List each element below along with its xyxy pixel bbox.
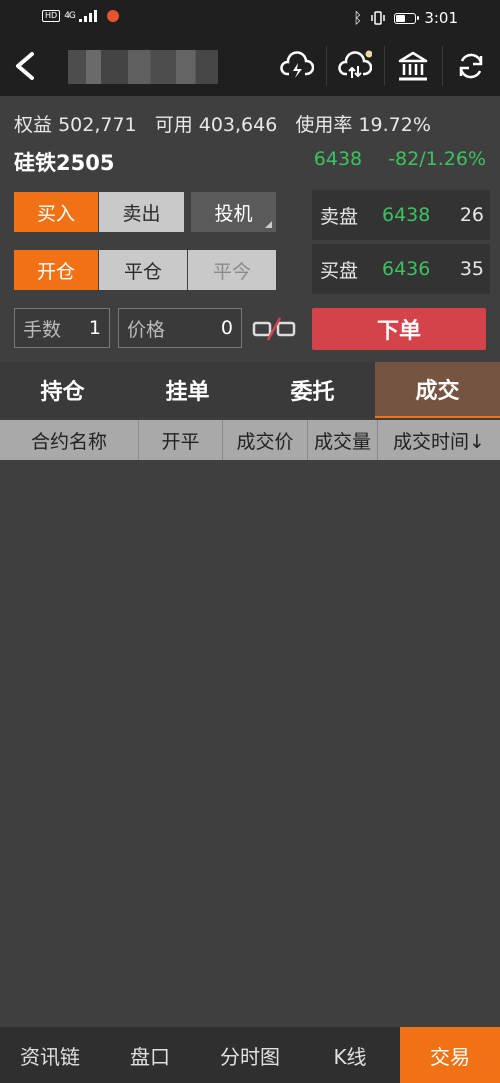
contract-quote: 6438 -82/1.26%: [294, 148, 486, 170]
back-arrow-icon[interactable]: [10, 48, 40, 84]
hedge-type-label: 投机: [214, 202, 253, 225]
contract-name[interactable]: 硅铁2505: [14, 147, 114, 177]
hd-badge: HD: [42, 10, 61, 22]
price-value: 0: [220, 317, 233, 339]
usage-value: 19.72%: [358, 114, 431, 136]
bid-qty: 35: [459, 258, 484, 280]
price-change: -82/1.26%: [388, 148, 486, 170]
tab-orders[interactable]: 委托: [250, 362, 375, 418]
cloud-sync-icon[interactable]: [338, 50, 372, 82]
close-today-button[interactable]: 平今: [188, 250, 276, 290]
vibrate-icon: [371, 11, 386, 25]
column-header-time[interactable]: 成交时间↓: [378, 420, 500, 460]
equity-label: 权益: [14, 114, 53, 136]
ask-label: 卖盘: [320, 205, 359, 228]
bid-row[interactable]: 买盘 6436 35: [312, 244, 490, 294]
app-notification-icon: [106, 10, 119, 22]
close-position-button[interactable]: 平仓: [99, 250, 187, 290]
buy-button[interactable]: 买入: [14, 192, 98, 232]
available-label: 可用: [154, 114, 193, 136]
last-price: 6438: [313, 148, 363, 170]
quantity-field[interactable]: 手数 1: [14, 308, 110, 348]
account-name-blurred: [68, 50, 218, 84]
signal-icon: [78, 10, 97, 22]
bid-price: 6436: [382, 258, 431, 280]
battery-icon: [394, 12, 420, 24]
column-header-price[interactable]: 成交价: [223, 420, 308, 460]
equity-value: 502,771: [58, 114, 137, 136]
cloud-lightning-icon[interactable]: [280, 50, 314, 82]
bottom-nav: 资讯链 盘口 分时图 K线 交易: [0, 1027, 500, 1083]
dropdown-corner-icon: [265, 221, 272, 228]
ask-qty: 26: [459, 204, 484, 226]
clock: 3:01: [424, 9, 458, 27]
tab-pending-orders[interactable]: 挂单: [125, 362, 250, 418]
ask-row[interactable]: 卖盘 6438 26: [312, 190, 490, 240]
refresh-icon[interactable]: [454, 50, 488, 82]
price-label: 价格: [127, 318, 166, 341]
tab-positions[interactable]: 持仓: [0, 362, 125, 418]
bank-icon[interactable]: [396, 50, 430, 82]
quantity-value: 1: [88, 317, 101, 339]
available-value: 403,646: [198, 114, 278, 136]
status-bar: HD 4G ᛒ 3:01: [0, 0, 500, 36]
trades-table-header: 合约名称 开平 成交价 成交量 成交时间↓: [0, 420, 500, 460]
nav-kline[interactable]: K线: [300, 1027, 400, 1083]
network-type: 4G: [64, 11, 76, 21]
account-summary: 权益 502,771 可用 403,646 使用率 19.72%: [14, 110, 443, 137]
column-header-offset[interactable]: 开平: [139, 420, 223, 460]
bid-label: 买盘: [320, 259, 359, 282]
price-field[interactable]: 价格 0: [118, 308, 242, 348]
hedge-type-select[interactable]: 投机: [191, 192, 276, 232]
top-nav-bar: [0, 36, 500, 96]
nav-order-book[interactable]: 盘口: [100, 1027, 200, 1083]
nav-news-chain[interactable]: 资讯链: [0, 1027, 100, 1083]
open-position-button[interactable]: 开仓: [14, 250, 98, 290]
unlink-icon[interactable]: [252, 316, 296, 342]
column-header-volume[interactable]: 成交量: [308, 420, 378, 460]
usage-label: 使用率: [295, 114, 353, 136]
record-tabs: 持仓 挂单 委托 成交: [0, 362, 500, 418]
place-order-button[interactable]: 下单: [312, 308, 486, 350]
tab-trades[interactable]: 成交: [375, 362, 500, 418]
bluetooth-icon: ᛒ: [353, 9, 363, 27]
ask-price: 6438: [382, 204, 431, 226]
column-header-contract[interactable]: 合约名称: [0, 420, 139, 460]
quantity-label: 手数: [23, 318, 62, 341]
nav-intraday-chart[interactable]: 分时图: [200, 1027, 300, 1083]
sell-button[interactable]: 卖出: [99, 192, 184, 232]
nav-trade[interactable]: 交易: [400, 1027, 500, 1083]
